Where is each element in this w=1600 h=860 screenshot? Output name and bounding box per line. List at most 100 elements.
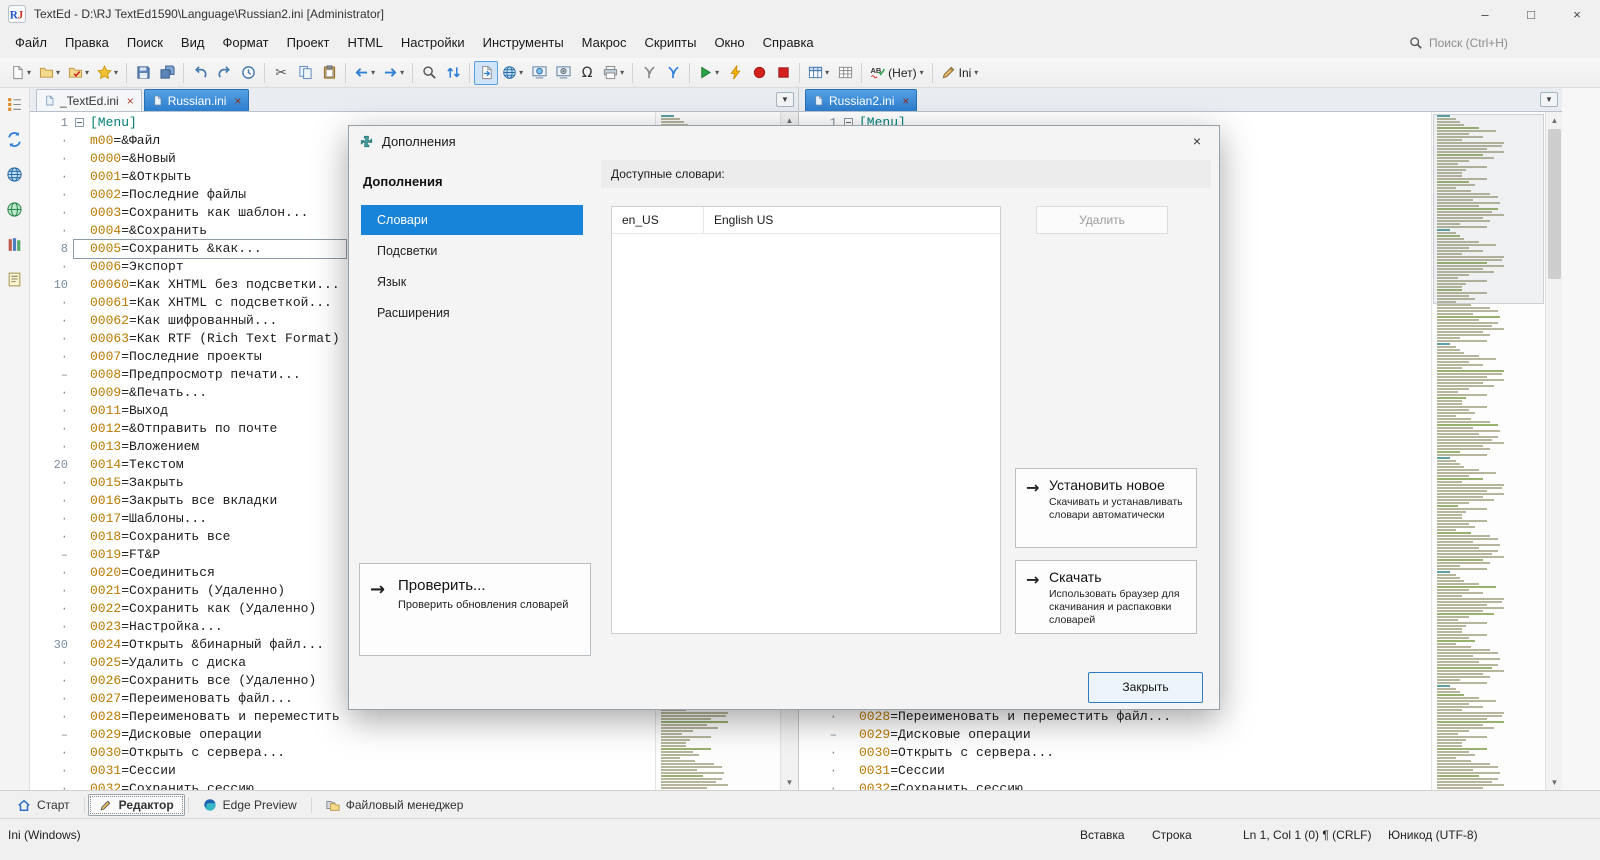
- navigate-back-button[interactable]: ▾: [350, 61, 379, 85]
- minimize-button[interactable]: –: [1462, 0, 1508, 28]
- dropdown-arrow-icon[interactable]: ▾: [974, 68, 978, 77]
- open-file-button[interactable]: ▾: [35, 61, 64, 85]
- dropdown-arrow-icon[interactable]: ▾: [27, 68, 31, 77]
- dialog-close-action-button[interactable]: Закрыть: [1088, 672, 1203, 703]
- close-button[interactable]: ×: [1554, 0, 1600, 28]
- document-outline-button[interactable]: [4, 93, 26, 115]
- maximize-button[interactable]: □: [1508, 0, 1554, 28]
- word-wrap-button[interactable]: [474, 61, 498, 85]
- dictionary-table[interactable]: en_USEnglish US: [611, 206, 1001, 634]
- save-all-button[interactable]: [155, 61, 179, 85]
- dialog-nav-item-2[interactable]: Язык: [361, 267, 583, 297]
- download-button[interactable]: → Скачать Использовать браузер для скачи…: [1015, 560, 1197, 634]
- undo-button[interactable]: [188, 61, 212, 85]
- menu-item-5[interactable]: Проект: [278, 30, 339, 55]
- scroll-down-icon[interactable]: ▼: [1546, 774, 1563, 790]
- preview-settings-button[interactable]: [551, 61, 575, 85]
- scroll-down-icon[interactable]: ▼: [781, 774, 798, 790]
- syntax-mode-button[interactable]: Ini▾: [937, 61, 983, 85]
- merge-button[interactable]: [637, 61, 661, 85]
- editor-tab[interactable]: _TextEd.ini×: [36, 89, 142, 111]
- editor-line[interactable]: –0029=Дисковые операции: [799, 726, 1431, 744]
- check-updates-button[interactable]: → Проверить... Проверить обновления слов…: [359, 563, 591, 656]
- merge-alt-button[interactable]: [661, 61, 685, 85]
- run-script-button[interactable]: ▾: [694, 61, 723, 85]
- data-grid-button[interactable]: [833, 61, 857, 85]
- bottom-tab-1[interactable]: Редактор: [88, 794, 185, 816]
- editor-line[interactable]: ·0030=Открыть с сервера...: [799, 744, 1431, 762]
- dropdown-arrow-icon[interactable]: ▾: [114, 68, 118, 77]
- editor-line[interactable]: ·0031=Сессии: [799, 762, 1431, 780]
- editor-line[interactable]: ·0028=Переименовать и переместить: [30, 708, 655, 726]
- print-button[interactable]: ▾: [599, 61, 628, 85]
- status-line-mode[interactable]: Строка: [1152, 828, 1192, 842]
- redo-button[interactable]: [212, 61, 236, 85]
- scrollbar-thumb[interactable]: [1548, 129, 1561, 279]
- menu-item-12[interactable]: Справка: [754, 30, 823, 55]
- special-characters-button[interactable]: Ω: [575, 61, 599, 85]
- tab-list-button[interactable]: ▼: [776, 92, 794, 107]
- status-insert-mode[interactable]: Вставка: [1080, 828, 1125, 842]
- browser-button[interactable]: ▾: [498, 61, 527, 85]
- tab-close-icon[interactable]: ×: [234, 95, 241, 107]
- editor-line[interactable]: ·0032=Сохранить сессию...: [30, 780, 655, 790]
- dialog-nav-item-1[interactable]: Подсветки: [361, 236, 583, 266]
- dropdown-arrow-icon[interactable]: ▾: [400, 68, 404, 77]
- file-sync-button[interactable]: [4, 128, 26, 150]
- dialog-nav-item-0[interactable]: Словари: [361, 205, 583, 235]
- web-panel-button[interactable]: [4, 163, 26, 185]
- dropdown-arrow-icon[interactable]: ▾: [519, 68, 523, 77]
- dialog-nav-item-3[interactable]: Расширения: [361, 298, 583, 328]
- menu-item-9[interactable]: Макрос: [573, 30, 636, 55]
- menu-item-8[interactable]: Инструменты: [474, 30, 573, 55]
- editor-line[interactable]: ·0028=Переименовать и переместить файл..…: [799, 708, 1431, 726]
- menu-item-7[interactable]: Настройки: [392, 30, 474, 55]
- quick-run-button[interactable]: [723, 61, 747, 85]
- editor-line[interactable]: ·0030=Открыть с сервера...: [30, 744, 655, 762]
- dropdown-arrow-icon[interactable]: ▾: [715, 68, 719, 77]
- menu-item-11[interactable]: Окно: [705, 30, 753, 55]
- dropdown-arrow-icon[interactable]: ▾: [825, 68, 829, 77]
- menu-item-6[interactable]: HTML: [338, 30, 391, 55]
- stop-macro-button[interactable]: [771, 61, 795, 85]
- save-button[interactable]: [131, 61, 155, 85]
- search-button[interactable]: [417, 61, 441, 85]
- paste-button[interactable]: [317, 61, 341, 85]
- fold-toggle[interactable]: [75, 118, 84, 127]
- dropdown-arrow-icon[interactable]: ▾: [920, 68, 924, 77]
- dictionary-row[interactable]: en_USEnglish US: [612, 207, 1000, 234]
- record-macro-button[interactable]: [747, 61, 771, 85]
- status-encoding[interactable]: Юникод (UTF-8): [1388, 828, 1478, 842]
- dialog-close-button[interactable]: ×: [1183, 129, 1211, 153]
- dropdown-arrow-icon[interactable]: ▾: [85, 68, 89, 77]
- status-file-type[interactable]: Ini (Windows): [8, 828, 81, 842]
- dropdown-arrow-icon[interactable]: ▾: [371, 68, 375, 77]
- tab-close-icon[interactable]: ×: [902, 95, 909, 107]
- favorites-button[interactable]: ▾: [93, 61, 122, 85]
- menu-item-4[interactable]: Формат: [213, 30, 277, 55]
- tab-close-icon[interactable]: ×: [127, 95, 134, 107]
- dropdown-arrow-icon[interactable]: ▾: [56, 68, 60, 77]
- web-panel-alt-button[interactable]: [4, 198, 26, 220]
- bottom-tab-0[interactable]: Старт: [6, 794, 81, 816]
- editor-line[interactable]: ·0032=Сохранить сессию...: [799, 780, 1431, 790]
- editor-tab[interactable]: Russian.ini×: [144, 89, 250, 111]
- copy-button[interactable]: [293, 61, 317, 85]
- bottom-tab-2[interactable]: Edge Preview: [192, 794, 308, 816]
- vertical-scrollbar-right[interactable]: ▲ ▼: [1545, 112, 1563, 790]
- preview-browser-button[interactable]: [527, 61, 551, 85]
- menu-item-0[interactable]: Файл: [6, 30, 56, 55]
- install-new-button[interactable]: → Установить новое Скачивать и устанавли…: [1015, 468, 1197, 548]
- menu-item-2[interactable]: Поиск: [118, 30, 172, 55]
- spell-check-button[interactable]: AB(Нет)▾: [866, 61, 927, 85]
- history-button[interactable]: [236, 61, 260, 85]
- tab-list-button[interactable]: ▼: [1540, 92, 1558, 107]
- status-caret-position[interactable]: Ln 1, Col 1 (0) ¶ (CRLF): [1243, 828, 1371, 842]
- insert-table-button[interactable]: ▾: [804, 61, 833, 85]
- menu-item-3[interactable]: Вид: [172, 30, 214, 55]
- scroll-up-icon[interactable]: ▲: [1546, 112, 1563, 128]
- dropdown-arrow-icon[interactable]: ▾: [620, 68, 624, 77]
- library-button[interactable]: [4, 233, 26, 255]
- new-file-button[interactable]: ▾: [6, 61, 35, 85]
- editor-line[interactable]: –0029=Дисковые операции: [30, 726, 655, 744]
